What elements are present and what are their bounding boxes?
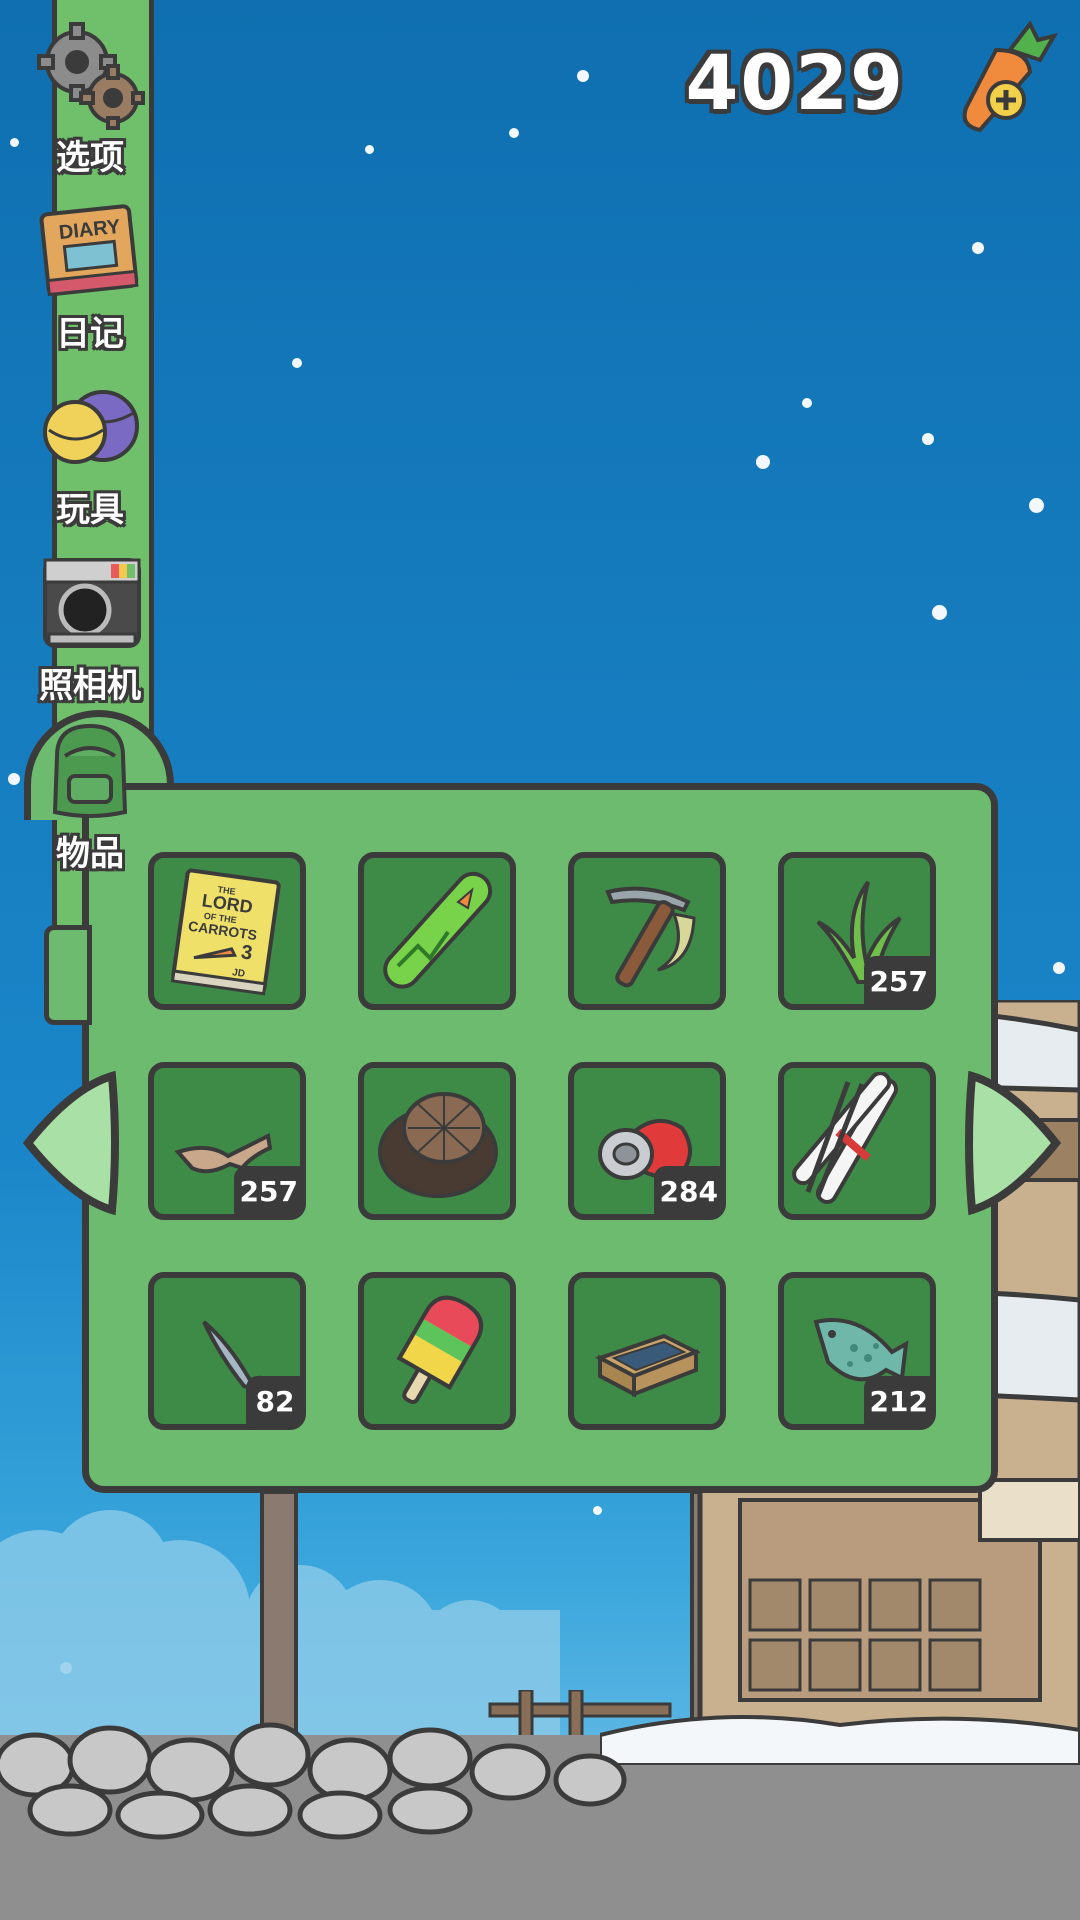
item-slot-popsicle[interactable] (358, 1272, 516, 1430)
snow-bank (600, 1715, 1080, 1765)
straw-hat-icon (378, 1092, 498, 1198)
item-count-badge: 257 (233, 1166, 304, 1218)
item-slot-crushed-can[interactable]: 284 (568, 1062, 726, 1220)
menu-toys-label: 玩具 (56, 490, 124, 530)
snowflake (802, 398, 812, 408)
snowflake (509, 128, 519, 138)
item-slot-book[interactable]: THE LORD OF THE CARROTS 3 JD (148, 852, 306, 1010)
carrot-count: 4029 (685, 38, 905, 127)
item-slot-small-fish[interactable]: 82 (148, 1272, 306, 1430)
popsicle-icon (396, 1295, 484, 1405)
snowflake (8, 773, 20, 785)
skis-icon (792, 1072, 898, 1204)
snowflake (1029, 498, 1044, 513)
item-slot-big-fish[interactable]: 212 (778, 1272, 936, 1430)
item-count-badge: 257 (863, 956, 934, 1008)
ice-axe-icon (605, 886, 696, 988)
snowflake (756, 455, 770, 469)
menu-rail-tab (44, 925, 92, 1025)
item-slot-straw-hat[interactable] (358, 1062, 516, 1220)
diary-icon: DIARY (39, 204, 139, 297)
item-slot-seaweed[interactable]: 257 (778, 852, 936, 1010)
book-author: JD (231, 967, 245, 980)
rocks (0, 1722, 627, 1840)
backpack-icon (52, 723, 128, 818)
item-count-badge: 82 (246, 1376, 304, 1428)
snowflake (932, 605, 947, 620)
menu-options-label: 选项 (56, 138, 124, 178)
toy-balls-icon (43, 390, 139, 464)
snowflake (593, 1506, 602, 1515)
snowboard-icon (383, 871, 493, 989)
snowflake (365, 145, 374, 154)
prev-page-arrow[interactable] (22, 1068, 122, 1218)
item-count-badge: 284 (653, 1166, 724, 1218)
menu-items[interactable]: 物品 (20, 716, 160, 875)
matchbox-icon (594, 1333, 701, 1398)
camera-icon (43, 558, 141, 648)
snowflake (10, 138, 19, 147)
menu-camera[interactable]: 照相机 (20, 548, 160, 707)
menu-diary[interactable]: DIARY 日记 (20, 196, 160, 355)
snowflake (1053, 962, 1065, 974)
menu-options[interactable]: 选项 (20, 20, 160, 179)
next-page-arrow[interactable] (962, 1068, 1062, 1218)
item-slot-skis[interactable] (778, 1062, 936, 1220)
item-slot-driftwood[interactable]: 257 (148, 1062, 306, 1220)
item-slot-ice-axe[interactable] (568, 852, 726, 1010)
snowflake (577, 70, 589, 82)
item-slot-matchbox[interactable] (568, 1272, 726, 1430)
carrot-plus-icon[interactable] (950, 20, 1060, 140)
gears-icon (37, 22, 145, 130)
menu-camera-label: 照相机 (39, 666, 141, 706)
item-slot-snowboard[interactable] (358, 852, 516, 1010)
snowflake (972, 242, 984, 254)
snowflake (922, 433, 934, 445)
menu-toys[interactable]: 玩具 (20, 372, 160, 531)
menu-diary-label: 日记 (56, 314, 124, 354)
item-count-badge: 212 (863, 1376, 934, 1428)
menu-items-label: 物品 (56, 834, 124, 874)
book-icon: THE LORD OF THE CARROTS 3 JD (170, 868, 281, 996)
snowflake (292, 358, 302, 368)
